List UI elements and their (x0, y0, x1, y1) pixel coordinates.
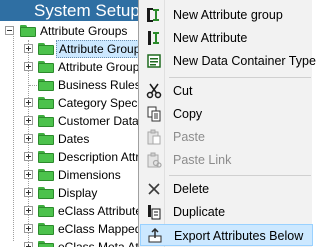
expand-icon[interactable] (24, 224, 33, 233)
menu-item-new-attribute[interactable]: New Attribute (140, 27, 313, 49)
copy-icon (146, 106, 162, 122)
folder-icon (38, 79, 54, 91)
new-attribute-icon (146, 30, 162, 46)
folder-icon (38, 115, 54, 127)
tree-line (13, 31, 14, 241)
menu-item-label: Cut (173, 84, 193, 98)
folder-icon (38, 205, 54, 217)
export-icon (147, 227, 163, 244)
menu-separator (169, 175, 311, 176)
data-container-icon (146, 53, 162, 69)
tree-item-label: Attribute Groups (40, 24, 128, 38)
tree-item-label: Dates (58, 132, 90, 146)
scissors-icon (146, 83, 162, 99)
menu-item-cut[interactable]: Cut (140, 80, 313, 102)
tree-item-label: Business Rules (58, 78, 140, 92)
tree-item-label: Attribute Group (56, 40, 140, 58)
expand-icon[interactable] (24, 98, 33, 107)
menu-item-label: Paste (173, 130, 205, 144)
context-menu: New Attribute group New Attribute New Da… (138, 0, 316, 247)
expand-icon[interactable] (24, 242, 33, 247)
tree-item-label: Display (58, 186, 98, 200)
tree-item-label: eClass Mapped A (58, 222, 140, 236)
expand-icon[interactable] (24, 116, 33, 125)
folder-icon (38, 187, 54, 199)
expand-icon[interactable] (24, 62, 33, 71)
tree-item-label: Category Specific (58, 96, 140, 110)
menu-item-label: Copy (173, 107, 203, 121)
menu-item-duplicate[interactable]: Duplicate (140, 201, 313, 223)
tree-item-label: eClass Meta Attr (58, 240, 140, 247)
paste-icon (146, 129, 162, 145)
folder-icon (20, 25, 36, 37)
folder-icon (38, 241, 54, 247)
folder-icon (38, 133, 54, 145)
new-attribute-group-icon (146, 7, 162, 23)
folder-icon (38, 61, 54, 73)
menu-item-new-attribute-group[interactable]: New Attribute group (140, 4, 313, 26)
menu-item-label: Paste Link (173, 153, 232, 167)
tree-line (29, 85, 37, 86)
tree-item-label: eClass Attributes (58, 204, 140, 218)
menu-item-label: Delete (173, 182, 210, 196)
attribute-tree[interactable]: Attribute Groups Attribute Group Attribu… (0, 22, 140, 247)
expand-icon[interactable] (24, 152, 33, 161)
folder-icon (38, 43, 54, 55)
panel-title: System Setup (0, 0, 140, 21)
paste-link-icon (146, 152, 162, 168)
menu-item-label: Duplicate (173, 205, 226, 219)
menu-item-copy[interactable]: Copy (140, 103, 313, 125)
menu-separator (169, 77, 311, 78)
expand-icon[interactable] (24, 188, 33, 197)
collapse-icon[interactable] (5, 26, 14, 35)
folder-icon (38, 223, 54, 235)
menu-item-export-attributes-below[interactable]: Export Attributes Below (140, 224, 313, 246)
tree-item-label: Customer Data (58, 114, 139, 128)
menu-item-delete[interactable]: Delete (140, 178, 313, 200)
menu-item-label: Export Attributes Below (174, 229, 304, 243)
menu-item-paste[interactable]: Paste (140, 126, 313, 148)
folder-icon (38, 151, 54, 163)
tree-item-label: Description Attri (58, 150, 140, 164)
folder-icon (38, 97, 54, 109)
duplicate-icon (146, 204, 162, 220)
menu-item-new-data-container-type[interactable]: New Data Container Type (140, 50, 316, 72)
delete-x-icon (146, 181, 162, 197)
expand-icon[interactable] (24, 44, 33, 53)
expand-icon[interactable] (24, 206, 33, 215)
expand-icon[interactable] (24, 134, 33, 143)
folder-icon (38, 169, 54, 181)
menu-item-label: New Attribute group (173, 8, 283, 22)
tree-item-label: Attribute Group (58, 60, 140, 74)
expand-icon[interactable] (24, 170, 33, 179)
tree-item-label: Dimensions (58, 168, 121, 182)
menu-item-paste-link[interactable]: Paste Link (140, 149, 313, 171)
menu-item-label: New Data Container Type (173, 54, 316, 68)
menu-item-label: New Attribute (173, 31, 248, 45)
